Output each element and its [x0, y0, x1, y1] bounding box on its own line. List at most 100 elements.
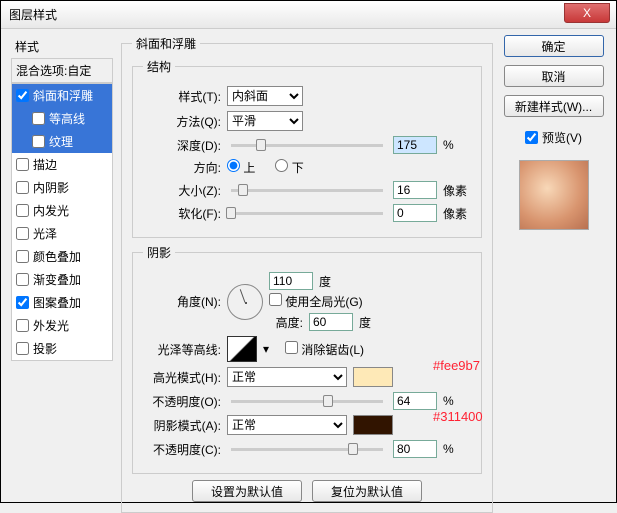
- style-item-label: 等高线: [49, 110, 85, 127]
- styles-panel: 样式 混合选项:自定 斜面和浮雕等高线纹理描边内阴影内发光光泽颜色叠加渐变叠加图…: [11, 35, 113, 496]
- style-item-label: 纹理: [49, 133, 73, 150]
- shadow-color-annotation: #311400: [433, 409, 483, 424]
- highlight-opacity-label: 不透明度(O):: [143, 393, 221, 410]
- titlebar: 图层样式 X: [1, 1, 616, 29]
- style-item-label: 光泽: [33, 225, 57, 242]
- shadow-opacity-label: 不透明度(C):: [143, 441, 221, 458]
- highlight-opacity-slider[interactable]: [231, 400, 383, 403]
- global-light-checkbox[interactable]: 使用全局光(G): [269, 293, 371, 310]
- structure-group: 结构 样式(T): 内斜面 方法(Q): 平滑 深度(D): %: [132, 58, 482, 238]
- direction-down-radio[interactable]: 下: [275, 159, 303, 176]
- bevel-group-title: 斜面和浮雕: [132, 35, 200, 52]
- dialog-buttons-panel: 确定 取消 新建样式(W)... 预览(V): [501, 35, 606, 496]
- style-label: 样式(T):: [143, 88, 221, 105]
- style-item[interactable]: 内发光: [12, 199, 112, 222]
- style-item-checkbox[interactable]: [16, 250, 29, 263]
- highlight-opacity-input[interactable]: [393, 392, 437, 410]
- window-title: 图层样式: [9, 6, 57, 23]
- altitude-label: 高度:: [269, 314, 303, 331]
- style-item[interactable]: 渐变叠加: [12, 268, 112, 291]
- structure-title: 结构: [143, 58, 175, 75]
- style-item-label: 颜色叠加: [33, 248, 81, 265]
- reset-default-button[interactable]: 复位为默认值: [312, 480, 422, 502]
- style-item-checkbox[interactable]: [32, 112, 45, 125]
- angle-dial[interactable]: [227, 284, 263, 320]
- depth-label: 深度(D):: [143, 137, 221, 154]
- style-item[interactable]: 等高线: [12, 107, 112, 130]
- style-item[interactable]: 描边: [12, 153, 112, 176]
- style-item[interactable]: 纹理: [12, 130, 112, 153]
- style-item-checkbox[interactable]: [16, 181, 29, 194]
- depth-unit: %: [443, 138, 471, 152]
- cancel-button[interactable]: 取消: [504, 65, 604, 87]
- preview-checkbox[interactable]: 预览(V): [525, 129, 582, 146]
- highlight-opacity-unit: %: [443, 394, 471, 408]
- direction-up-radio[interactable]: 上: [227, 159, 255, 176]
- style-item-checkbox[interactable]: [32, 135, 45, 148]
- style-item-label: 斜面和浮雕: [33, 87, 93, 104]
- gloss-contour-picker[interactable]: [227, 336, 257, 362]
- depth-input[interactable]: [393, 136, 437, 154]
- shadow-opacity-unit: %: [443, 442, 471, 456]
- gloss-label: 光泽等高线:: [143, 341, 221, 358]
- style-item-checkbox[interactable]: [16, 89, 29, 102]
- style-item-label: 渐变叠加: [33, 271, 81, 288]
- highlight-color-swatch[interactable]: [353, 367, 393, 387]
- altitude-unit: 度: [359, 314, 371, 331]
- altitude-input[interactable]: [309, 313, 353, 331]
- preview-thumbnail: [519, 160, 589, 230]
- style-item-label: 外发光: [33, 317, 69, 334]
- size-input[interactable]: [393, 181, 437, 199]
- style-item-label: 内发光: [33, 202, 69, 219]
- style-item[interactable]: 图案叠加: [12, 291, 112, 314]
- chevron-down-icon[interactable]: ▾: [263, 342, 269, 356]
- style-item-checkbox[interactable]: [16, 296, 29, 309]
- shadow-mode-label: 阴影模式(A):: [143, 417, 221, 434]
- shadow-opacity-input[interactable]: [393, 440, 437, 458]
- soften-slider[interactable]: [231, 212, 383, 215]
- style-item[interactable]: 光泽: [12, 222, 112, 245]
- angle-unit: 度: [319, 273, 331, 290]
- shadow-color-swatch[interactable]: [353, 415, 393, 435]
- soften-unit: 像素: [443, 205, 471, 222]
- style-item[interactable]: 投影: [12, 337, 112, 360]
- depth-slider[interactable]: [231, 144, 383, 147]
- style-item-checkbox[interactable]: [16, 342, 29, 355]
- style-item[interactable]: 内阴影: [12, 176, 112, 199]
- direction-label: 方向:: [143, 159, 221, 176]
- style-item-checkbox[interactable]: [16, 319, 29, 332]
- shading-group: 阴影 角度(N): 度 使用全局光(G): [132, 244, 482, 474]
- style-item-checkbox[interactable]: [16, 158, 29, 171]
- highlight-mode-select[interactable]: 正常: [227, 367, 347, 387]
- style-item-checkbox[interactable]: [16, 273, 29, 286]
- style-item-checkbox[interactable]: [16, 204, 29, 217]
- size-slider[interactable]: [231, 189, 383, 192]
- technique-select[interactable]: 平滑: [227, 111, 303, 131]
- close-button[interactable]: X: [564, 3, 610, 23]
- style-item-label: 内阴影: [33, 179, 69, 196]
- ok-button[interactable]: 确定: [504, 35, 604, 57]
- layer-style-dialog: 图层样式 X 样式 混合选项:自定 斜面和浮雕等高线纹理描边内阴影内发光光泽颜色…: [0, 0, 617, 503]
- shadow-mode-select[interactable]: 正常: [227, 415, 347, 435]
- style-item[interactable]: 颜色叠加: [12, 245, 112, 268]
- highlight-mode-label: 高光模式(H):: [143, 369, 221, 386]
- new-style-button[interactable]: 新建样式(W)...: [504, 95, 604, 117]
- angle-input[interactable]: [269, 272, 313, 290]
- style-item-checkbox[interactable]: [16, 227, 29, 240]
- style-list: 斜面和浮雕等高线纹理描边内阴影内发光光泽颜色叠加渐变叠加图案叠加外发光投影: [11, 83, 113, 361]
- make-default-button[interactable]: 设置为默认值: [192, 480, 302, 502]
- style-item[interactable]: 斜面和浮雕: [12, 84, 112, 107]
- blend-options-row[interactable]: 混合选项:自定: [11, 58, 113, 83]
- highlight-color-annotation: #fee9b7: [433, 358, 480, 373]
- shadow-opacity-slider[interactable]: [231, 448, 383, 451]
- style-item-label: 图案叠加: [33, 294, 81, 311]
- antialias-checkbox[interactable]: 消除锯齿(L): [285, 341, 364, 358]
- soften-label: 软化(F):: [143, 205, 221, 222]
- style-item[interactable]: 外发光: [12, 314, 112, 337]
- technique-label: 方法(Q):: [143, 113, 221, 130]
- settings-panel: 斜面和浮雕 结构 样式(T): 内斜面 方法(Q): 平滑 深度(D):: [121, 35, 493, 496]
- soften-input[interactable]: [393, 204, 437, 222]
- angle-label: 角度(N):: [143, 293, 221, 310]
- style-select[interactable]: 内斜面: [227, 86, 303, 106]
- style-item-label: 投影: [33, 340, 57, 357]
